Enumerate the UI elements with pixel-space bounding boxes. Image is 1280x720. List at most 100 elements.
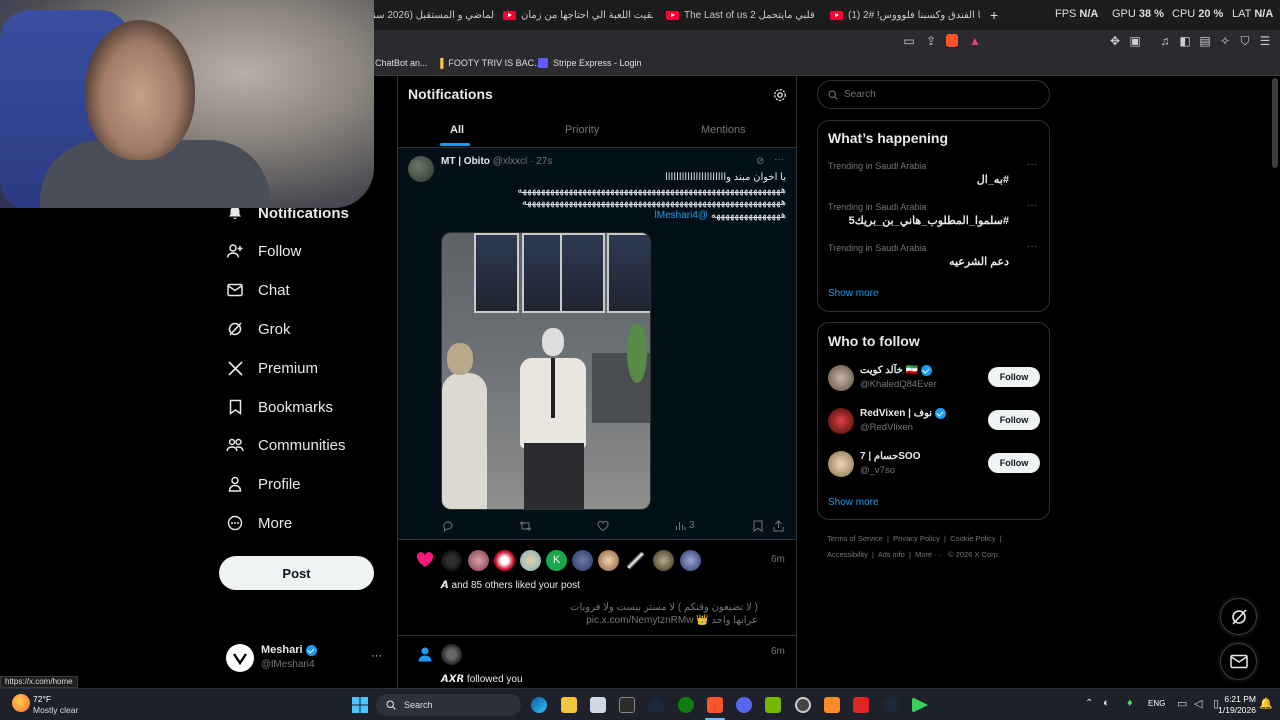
liker-avatar[interactable]: K [546,550,567,571]
settings-gear-icon[interactable] [795,697,811,713]
suggestion-avatar[interactable] [828,408,854,434]
edge-icon[interactable] [531,697,547,713]
liker-avatar[interactable] [598,550,619,571]
tray-app-icon[interactable]: ◐ [1103,697,1110,709]
epic-games-icon[interactable] [619,697,635,713]
play-app-icon[interactable] [912,697,928,713]
suggestion-handle[interactable]: @RedVlixen [860,422,913,433]
nav-item-premium[interactable]: Premium [226,352,318,384]
browser-tab[interactable]: باور الماضي و المستقبل (2026 سنة ال [355,5,495,25]
weather-icon[interactable] [12,694,30,712]
views-button[interactable]: 3 [675,520,695,531]
steam-icon[interactable] [648,697,664,713]
liker-avatar[interactable] [441,550,462,571]
nav-item-chat[interactable]: Chat [226,274,290,306]
cast-icon[interactable]: ▭ [902,34,916,48]
leo-ai-icon[interactable]: ✧ [1218,34,1232,48]
discord-icon[interactable] [736,697,752,713]
network-icon[interactable]: ▭ [1177,697,1187,710]
tab-all[interactable]: All [450,124,464,136]
footer-link[interactable]: More ··· [915,550,942,559]
nav-item-grok[interactable]: Grok [226,313,291,345]
like-button[interactable] [597,520,609,532]
trend-name[interactable]: #به_ال [977,173,1009,186]
wallet-icon[interactable]: ▤ [1198,34,1212,48]
reply-button[interactable] [442,520,454,532]
search-input[interactable]: Search [817,80,1050,109]
bookmark-item[interactable]: Stripe Express - Login [538,58,642,68]
tab-priority[interactable]: Priority [565,124,599,136]
weather-temp[interactable]: 72°F [33,694,51,704]
screenshot-icon[interactable]: ▣ [1128,34,1142,48]
page-scrollbar[interactable] [1272,78,1278,168]
grok-fab-button[interactable] [1220,598,1257,635]
bookmark-item[interactable]: ▐ FOOTY TRIV IS BAC... [437,58,542,68]
post-button[interactable]: Post [219,556,374,590]
tab-mentions[interactable]: Mentions [701,124,746,136]
footer-link[interactable]: Ads info [878,550,905,559]
tweet-author-name[interactable]: MT | Obito [441,156,490,167]
show-more-link[interactable]: Show more [828,288,879,299]
weather-desc[interactable]: Mostly clear [33,705,78,715]
audacity-icon[interactable] [824,697,840,713]
trend-more-icon[interactable]: ··· [1027,241,1037,252]
nav-item-follow[interactable]: Follow [226,235,301,267]
tray-overflow-icon[interactable]: ⌃ [1085,698,1093,709]
follow-button[interactable]: Follow [988,367,1040,387]
repost-button[interactable] [519,520,532,532]
browser-tab[interactable]: The Last of us 2 تختيم - قلبي مايتحمل [666,5,816,25]
follow-button[interactable]: Follow [988,410,1040,430]
footer-link[interactable]: Privacy Policy [893,534,940,543]
liker-avatar[interactable] [494,550,515,571]
trend-more-icon[interactable]: ··· [1027,200,1037,211]
clock-date[interactable]: 1/19/2026 [1210,705,1256,715]
messages-fab-button[interactable] [1220,643,1257,680]
liker-avatar[interactable] [520,550,541,571]
nav-item-more[interactable]: More [226,507,292,539]
nav-item-communities[interactable]: Communities [226,429,346,461]
store-icon[interactable] [590,697,606,713]
liked-post-preview[interactable]: ( لا تضيعون وقتكم ) لا مستر بيست ولا فرو… [441,601,758,627]
liker-avatar[interactable] [680,550,701,571]
notifications-bell-icon[interactable]: 🔔 [1259,697,1273,710]
brave-rewards-icon[interactable]: ▲ [968,34,982,48]
language-indicator[interactable]: ENG [1148,699,1165,708]
footer-link[interactable]: Accessibility [827,550,868,559]
xbox-icon[interactable] [678,697,694,713]
suggestion-name[interactable]: حسام | 7SOO [860,451,921,462]
follow-button[interactable]: Follow [988,453,1040,473]
windows-search-box[interactable]: Search [376,694,521,716]
follow-suggestion[interactable]: حسام | 7SOO @_v7so Follow [828,449,1040,481]
clock-time[interactable]: 6:21 PM [1220,694,1256,704]
extensions-icon[interactable]: ✥ [1108,34,1122,48]
bookmark-tweet-button[interactable] [753,520,763,532]
menu-icon[interactable]: ☰ [1258,34,1272,48]
volume-icon[interactable]: ◁ [1194,697,1202,710]
bookmark-item[interactable]: t ChatBot an... [370,58,428,68]
brave-shield-icon[interactable] [946,34,958,47]
footer-link[interactable]: Cookie Policy [950,534,995,543]
new-tab-button[interactable]: + [990,5,998,25]
trend-name[interactable]: #سلموا_المطلوب_هاني_بن_بريك5 [849,214,1009,227]
file-explorer-icon[interactable] [561,697,577,713]
grok-tweet-icon[interactable]: ⊘ [756,156,764,167]
follower-avatar[interactable] [441,644,462,665]
share-icon[interactable]: ⇪ [924,34,938,48]
brave-browser-icon[interactable] [707,697,723,713]
tweet-timestamp[interactable]: · 27s [530,156,552,167]
steam-icon[interactable] [883,697,899,713]
settings-gear-icon[interactable] [773,88,787,107]
browser-tab[interactable]: لقيت اللعبة الي احتاجها من زمان YouTube [503,5,653,25]
liker-name[interactable]: 𝘼 [441,580,449,591]
liker-avatar[interactable] [572,550,593,571]
footer-link[interactable]: Terms of Service [827,534,883,543]
suggestion-name[interactable]: RedVixen | نوف [860,408,932,419]
suggestion-avatar[interactable] [828,365,854,391]
liker-avatar[interactable] [468,550,489,571]
tweet-author-handle[interactable]: @xlxxcl [493,156,528,167]
music-icon[interactable]: ♫ [1158,34,1172,48]
suggestion-handle[interactable]: @KhaledQ84Ever [860,379,937,390]
follow-suggestion[interactable]: خآلد كويت 🇮🇷 @KhaledQ84Ever Follow [828,363,1040,395]
follow-suggestion[interactable]: RedVixen | نوف @RedVlixen Follow [828,406,1040,438]
nvidia-icon[interactable] [765,697,781,713]
